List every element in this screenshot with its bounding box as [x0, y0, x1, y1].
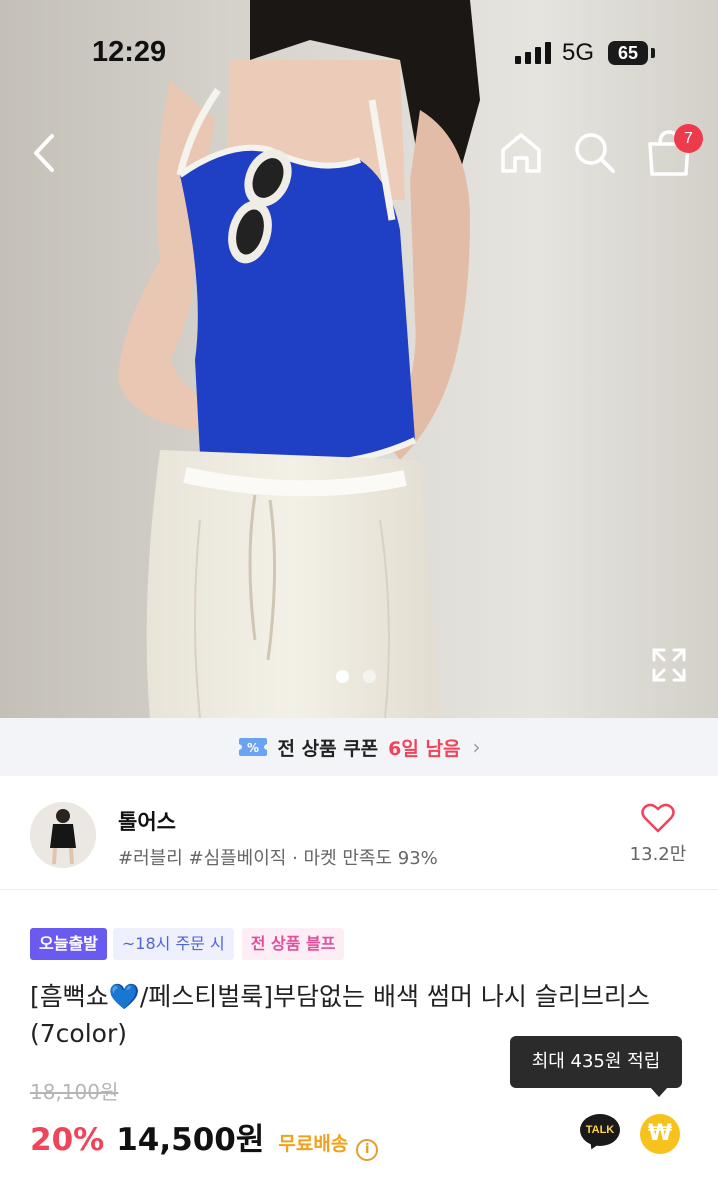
coupon-days-left: 6일 남음	[388, 737, 461, 760]
coupon-label: 전 상품 쿠폰	[277, 737, 379, 760]
point-button[interactable]: ₩	[640, 1114, 680, 1154]
talk-button[interactable]: TALK	[580, 1114, 622, 1154]
carousel-indicator	[336, 670, 376, 683]
shop-tags: #러블리 #심플베이직 · 마켓 만족도 93%	[118, 848, 438, 869]
expand-icon	[652, 648, 686, 682]
point-icon: ₩	[647, 1121, 673, 1146]
discount-rate: 20%	[30, 1122, 105, 1158]
cart-count-badge: 7	[674, 124, 703, 153]
search-icon	[575, 133, 615, 173]
shop-avatar[interactable]	[30, 802, 96, 868]
product-image[interactable]: 12:29 5G 65 7	[0, 0, 718, 718]
coupon-icon: %	[238, 738, 267, 756]
battery-level: 65	[608, 41, 648, 65]
info-icon[interactable]: i	[356, 1139, 379, 1161]
carousel-dot[interactable]	[363, 670, 376, 683]
heart-icon	[641, 803, 675, 833]
price-row: 20% 14,500원 무료배송 i	[30, 1114, 379, 1161]
shop-avatar-image	[30, 802, 96, 868]
product-badges: 오늘출발 ~18시 주문 시 전 상품 블프	[30, 928, 345, 960]
back-icon	[34, 134, 54, 172]
order-deadline-badge: ~18시 주문 시	[112, 928, 234, 960]
search-button[interactable]	[570, 128, 620, 178]
battery-tip	[651, 48, 655, 58]
svg-text:%: %	[247, 741, 259, 755]
status-time: 12:29	[92, 36, 167, 68]
like-button[interactable]: 13.2만	[622, 802, 694, 872]
talk-icon: TALK	[580, 1114, 620, 1146]
product-photo	[0, 0, 718, 718]
chevron-right-icon: ›	[472, 735, 481, 759]
today-ship-badge: 오늘출발	[30, 928, 107, 960]
status-bar: 12:29 5G 65	[0, 0, 718, 100]
back-button[interactable]	[22, 128, 66, 178]
sale-badge: 전 상품 블프	[241, 928, 345, 960]
points-tooltip: 최대 435원 적립	[510, 1036, 682, 1088]
carousel-dot[interactable]	[336, 670, 349, 683]
home-button[interactable]	[496, 128, 546, 178]
shop-row: 톨어스 #러블리 #심플베이직 · 마켓 만족도 93% 13.2만	[0, 776, 718, 890]
shipping-label: 무료배송	[278, 1133, 349, 1155]
home-icon	[501, 133, 541, 173]
coupon-banner[interactable]: % 전 상품 쿠폰 6일 남음 ›	[0, 718, 718, 776]
sale-price: 14,500원	[116, 1122, 265, 1158]
signal-icon	[515, 42, 551, 64]
network-label: 5G	[562, 39, 595, 66]
original-price: 18,100원	[30, 1080, 119, 1104]
tooltip-arrow	[650, 1087, 668, 1097]
expand-button[interactable]	[650, 646, 688, 684]
like-count: 13.2만	[629, 844, 687, 865]
shop-name[interactable]: 톨어스	[118, 806, 176, 836]
